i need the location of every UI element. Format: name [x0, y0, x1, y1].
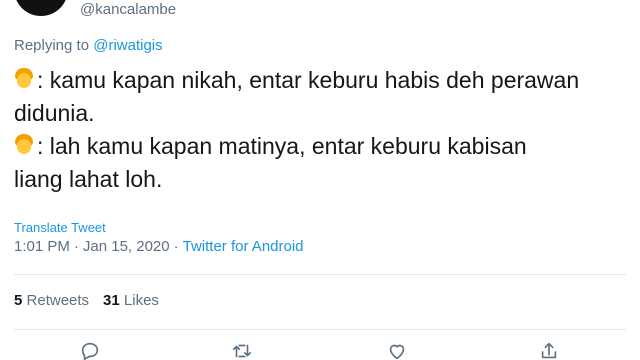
likes-stat[interactable]: 31 Likes — [103, 292, 159, 309]
tweet-meta: 1:01 PM · Jan 15, 2020 · Twitter for Android — [14, 238, 304, 255]
tweet-line: : kamu kapan nikah, entar keburu habis d… — [14, 64, 614, 97]
likes-label: Likes — [123, 292, 159, 309]
tweet-line-text: liang lahat loh. — [14, 166, 163, 192]
meta-separator: · — [73, 238, 79, 255]
replying-prefix: Replying to — [14, 37, 94, 54]
tweet-line-text: : kamu kapan nikah, entar keburu habis d… — [37, 67, 580, 93]
like-icon[interactable] — [386, 340, 408, 360]
tweet-line: : lah kamu kapan matinya, entar keburu k… — [14, 130, 614, 163]
tweet-line-text: : lah kamu kapan matinya, entar keburu k… — [37, 133, 527, 159]
translate-tweet-link[interactable]: Translate Tweet — [14, 220, 106, 235]
tweet-line: didunia. — [14, 97, 614, 130]
tweet-time[interactable]: 1:01 PM — [14, 238, 70, 255]
share-icon[interactable] — [538, 340, 560, 360]
retweets-label: Retweets — [26, 292, 90, 309]
tweet-source-link[interactable]: Twitter for Android — [183, 238, 304, 255]
avatar[interactable] — [14, 0, 68, 16]
tweet-line-text: didunia. — [14, 100, 95, 126]
divider — [14, 329, 626, 330]
retweets-count: 5 — [14, 292, 23, 309]
replying-to: Replying to @riwatigis — [14, 37, 163, 54]
likes-count: 31 — [103, 292, 120, 309]
tweet-date[interactable]: Jan 15, 2020 — [83, 238, 170, 255]
tweet-actions — [0, 340, 640, 360]
tweet-stats: 5 Retweets 31 Likes — [14, 292, 159, 309]
retweet-icon[interactable] — [231, 340, 253, 360]
reply-mention-link[interactable]: @riwatigis — [93, 37, 162, 54]
meta-separator: · — [173, 238, 179, 255]
reply-icon[interactable] — [79, 340, 101, 360]
person-blond-emoji — [14, 134, 34, 157]
older-man-emoji — [14, 68, 34, 91]
user-handle[interactable]: @kancalambe — [80, 1, 176, 18]
retweets-stat[interactable]: 5 Retweets — [14, 292, 89, 309]
tweet-line: liang lahat loh. — [14, 163, 614, 196]
tweet-text: : kamu kapan nikah, entar keburu habis d… — [14, 64, 614, 196]
divider — [14, 274, 626, 275]
